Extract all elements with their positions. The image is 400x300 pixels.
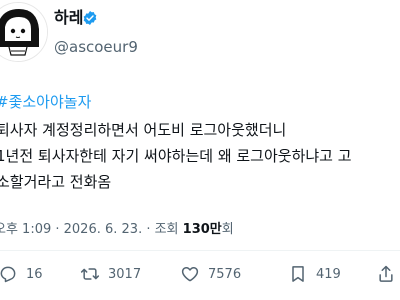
display-name[interactable]: 하레	[54, 8, 83, 28]
bookmark-button[interactable]: 419	[288, 262, 341, 286]
hashtag-link[interactable]: #좇소아야놀자	[0, 92, 91, 112]
avatar-illustration	[0, 3, 47, 61]
like-count: 7576	[208, 266, 242, 282]
bookmark-icon	[292, 266, 304, 282]
reply-button[interactable]: 16	[0, 262, 43, 286]
timestamp[interactable]: 오후 1:09 · 2026. 6. 23. · 조회	[0, 222, 183, 237]
view-count-suffix: 회	[221, 222, 234, 237]
divider	[0, 250, 400, 251]
action-bar: 16 3017 7576 419	[0, 262, 400, 286]
tweet-text-line: 소할거라고 전화옴	[0, 173, 112, 191]
bookmark-count: 419	[316, 266, 341, 282]
tweet-text-line: 1년전 퇴사자한테 자기 써야하는데 왜 로그아웃하냐고 고	[0, 147, 352, 165]
tweet-text-line: 퇴사자 계정정리하면서 어도비 로그아웃했더니	[0, 121, 287, 139]
retweet-button[interactable]: 3017	[80, 262, 141, 286]
avatar[interactable]	[0, 2, 48, 62]
retweet-icon	[80, 268, 100, 280]
verified-badge-icon	[82, 10, 98, 26]
user-handle[interactable]: @ascoeur9	[54, 38, 138, 56]
view-count: 130만	[182, 222, 222, 237]
like-button[interactable]: 7576	[180, 262, 241, 286]
retweet-count: 3017	[108, 266, 142, 282]
share-icon	[379, 265, 393, 282]
reply-icon	[0, 266, 16, 283]
share-button[interactable]	[376, 262, 396, 286]
heart-icon	[181, 267, 199, 282]
tweet-meta: 오후 1:09 · 2026. 6. 23. · 조회 130만회	[0, 222, 234, 238]
reply-count: 16	[26, 266, 43, 282]
